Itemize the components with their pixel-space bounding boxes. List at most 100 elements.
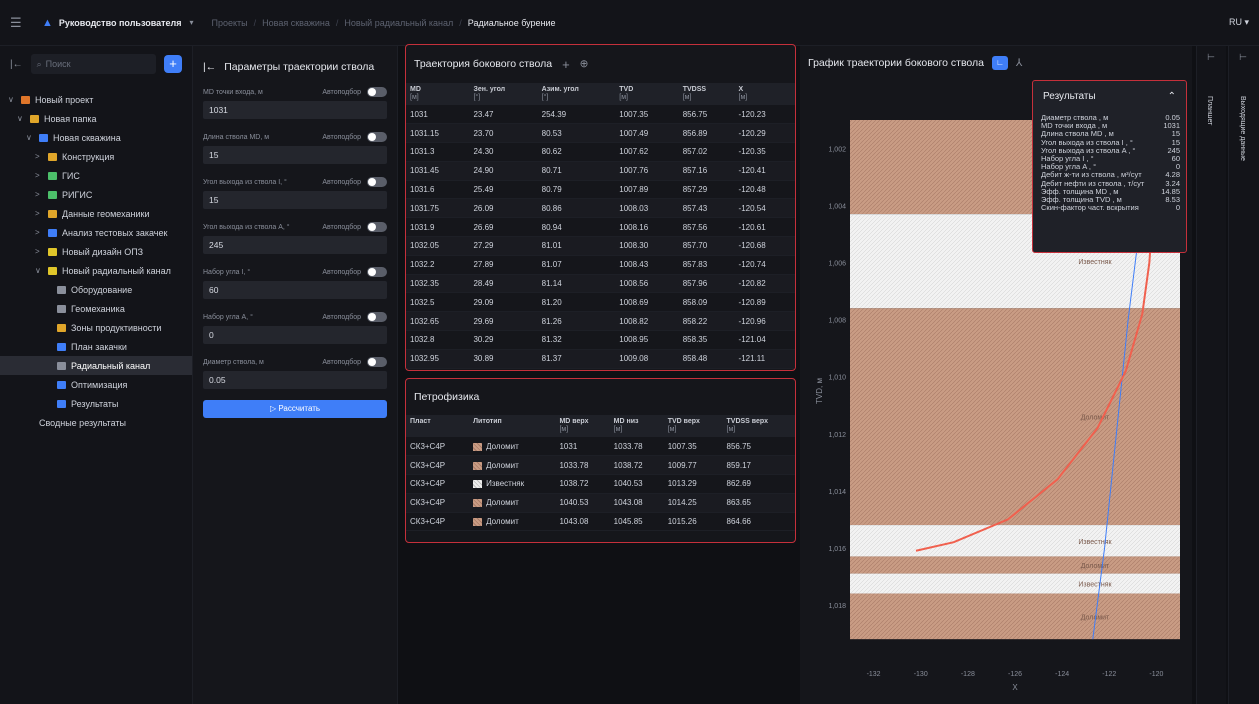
table-cell[interactable]: -120.68 (734, 236, 795, 256)
table-row[interactable]: 1032.2 27.89 81.07 1008.43 857.83 -120.74 (406, 255, 795, 275)
table-cell[interactable]: -120.48 (734, 180, 795, 200)
param-input[interactable]: 0 (203, 326, 387, 344)
table-cell[interactable]: 1038.72 (609, 455, 664, 476)
table-cell[interactable]: 1032.8 (406, 330, 470, 350)
table-cell[interactable]: 1007.76 (615, 161, 679, 181)
table-cell[interactable]: 1033.78 (609, 437, 664, 457)
tree-item[interactable]: Геомеханика (0, 299, 192, 318)
language-select[interactable]: RU ▾ (1229, 17, 1249, 28)
table-cell[interactable]: 1032.2 (406, 255, 470, 275)
table-row[interactable]: 1032.5 29.09 81.20 1008.69 858.09 -120.89 (406, 292, 795, 313)
tablet-tab[interactable]: Планшет (1206, 96, 1213, 125)
table-cell[interactable]: 23.70 (469, 123, 538, 144)
table-cell[interactable]: 859.17 (722, 455, 795, 476)
table-cell[interactable]: -121.11 (734, 349, 795, 369)
table-cell[interactable]: -120.74 (734, 255, 795, 275)
table-cell[interactable]: Доломит (469, 437, 556, 457)
breadcrumb-item[interactable]: Новый радиальный канал (344, 18, 453, 28)
table-cell[interactable]: Доломит (469, 512, 556, 532)
table-cell[interactable]: 1008.03 (615, 198, 679, 219)
chevron-right-icon[interactable]: > (35, 209, 43, 218)
table-cell[interactable]: 1031.75 (406, 198, 470, 219)
table-cell[interactable]: 1032.95 (406, 349, 470, 369)
table-cell[interactable]: 862.69 (722, 474, 795, 494)
table-row[interactable]: 1031.9 26.69 80.94 1008.16 857.56 -120.61 (406, 217, 795, 238)
table-cell[interactable]: 1007.89 (615, 180, 679, 200)
column-header[interactable]: Зен. угол [°] (469, 83, 538, 105)
autoselect-toggle[interactable] (367, 87, 387, 97)
table-cell[interactable]: 858.09 (678, 292, 735, 313)
column-header[interactable]: X [м] (734, 83, 795, 105)
right-rail-output[interactable]: ⊢ Выходящие данные (1228, 46, 1259, 704)
table-cell[interactable]: 858.35 (678, 330, 735, 350)
table-cell[interactable]: 81.32 (537, 330, 616, 350)
table-cell[interactable]: 856.75 (678, 105, 735, 125)
column-header[interactable]: TVDSS [м] (678, 83, 735, 105)
table-cell[interactable]: 1043.08 (609, 493, 664, 513)
table-cell[interactable]: 81.20 (537, 292, 616, 313)
tree-item[interactable]: > Анализ тестовых закачек (0, 223, 192, 242)
table-cell[interactable]: 1009.77 (663, 455, 723, 476)
tree-item[interactable]: > ГИС (0, 166, 192, 185)
menu-icon[interactable]: ☰ (10, 15, 28, 31)
table-cell[interactable]: 26.69 (469, 217, 538, 238)
column-header[interactable]: TVD верх [м] (663, 415, 723, 437)
table-cell[interactable]: 27.89 (469, 255, 538, 275)
table-cell[interactable]: 24.90 (469, 161, 538, 181)
table-cell[interactable]: 858.22 (678, 311, 735, 332)
table-cell[interactable]: 1008.43 (615, 255, 679, 275)
param-input[interactable]: 245 (203, 236, 387, 254)
chart-view-icon[interactable]: ∟ (992, 56, 1009, 70)
table-cell[interactable]: 80.62 (537, 142, 616, 162)
table-cell[interactable]: 1031.45 (406, 161, 470, 181)
table-cell[interactable]: 856.75 (722, 437, 795, 457)
table-cell[interactable]: 1007.35 (663, 437, 723, 457)
table-cell[interactable]: СК3+С4Р (406, 474, 470, 494)
table-cell[interactable]: 30.29 (469, 330, 538, 350)
chevron-right-icon[interactable]: > (35, 228, 43, 237)
table-cell[interactable]: -120.54 (734, 198, 795, 219)
tree-item[interactable]: Зоны продуктивности (0, 318, 192, 337)
autoselect-toggle[interactable] (367, 357, 387, 367)
table-row[interactable]: 1032.65 29.69 81.26 1008.82 858.22 -120.96 (406, 311, 795, 332)
table-cell[interactable]: 29.69 (469, 311, 538, 332)
tree-item[interactable]: Результаты (0, 394, 192, 413)
table-cell[interactable]: 80.94 (537, 217, 616, 238)
table-cell[interactable]: 1031 (555, 437, 610, 457)
table-cell[interactable]: 81.26 (537, 311, 616, 332)
table-cell[interactable]: 80.79 (537, 180, 616, 200)
add-button[interactable]: + (164, 55, 182, 73)
table-cell[interactable]: -120.41 (734, 161, 795, 181)
column-header[interactable]: Пласт (406, 415, 470, 437)
table-cell[interactable]: 1032.05 (406, 236, 470, 256)
table-cell[interactable]: 1032.35 (406, 274, 470, 294)
table-row[interactable]: 1032.05 27.29 81.01 1008.30 857.70 -120.68 (406, 236, 795, 256)
table-cell[interactable]: 1013.29 (663, 474, 723, 494)
table-cell[interactable]: 1033.78 (555, 455, 610, 476)
autoselect-toggle[interactable] (367, 312, 387, 322)
table-row[interactable]: 1032.95 30.89 81.37 1009.08 858.48 -121.11 (406, 349, 795, 369)
table-cell[interactable]: 81.14 (537, 274, 616, 294)
tree-item[interactable]: > Данные геомеханики (0, 204, 192, 223)
table-row[interactable]: СК3+С4Р Доломит 1033.78 1038.72 1009.77 859.1… (406, 455, 795, 476)
table-cell[interactable]: Доломит (469, 455, 556, 476)
tree-item[interactable]: План закачки (0, 337, 192, 356)
chevron-right-icon[interactable]: > (35, 247, 43, 256)
table-cell[interactable]: 29.09 (469, 292, 538, 313)
tree-item[interactable]: ∨ Новая папка (0, 109, 192, 128)
column-header[interactable]: Литотип (469, 415, 556, 437)
chevron-right-icon[interactable]: > (35, 171, 43, 180)
table-cell[interactable]: 1008.69 (615, 292, 679, 313)
table-cell[interactable]: 26.09 (469, 198, 538, 219)
table-cell[interactable]: 1031.15 (406, 123, 470, 144)
add-row-icon[interactable]: + (562, 57, 570, 72)
chevron-right-icon[interactable]: > (35, 190, 43, 199)
table-cell[interactable]: СК3+С4Р (406, 437, 470, 457)
table-cell[interactable]: -120.23 (734, 105, 795, 125)
table-cell[interactable]: 857.29 (678, 180, 735, 200)
table-cell[interactable]: -121.04 (734, 330, 795, 350)
table-cell[interactable]: Известняк (469, 474, 556, 494)
column-header[interactable]: TVD [м] (615, 83, 679, 105)
column-header[interactable]: MD низ [м] (609, 415, 664, 437)
table-cell[interactable]: -120.29 (734, 123, 795, 144)
